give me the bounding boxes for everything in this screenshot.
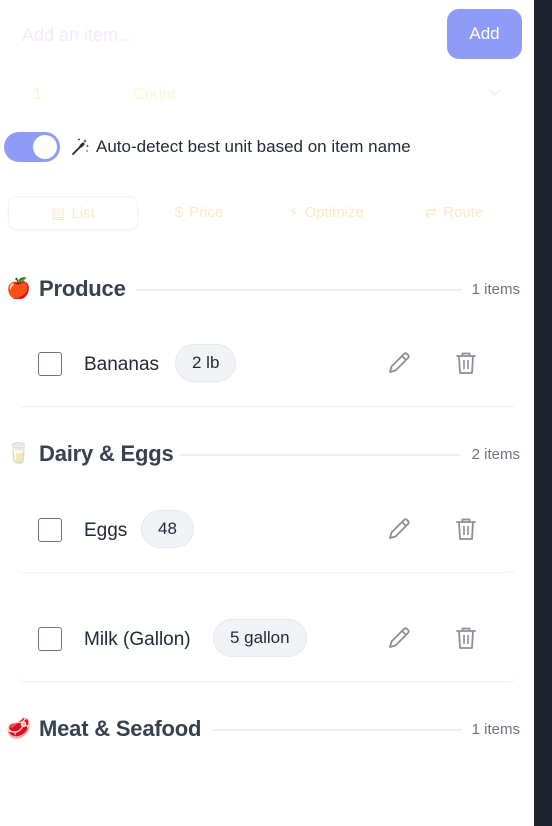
route-icon: ⇄ <box>424 204 438 221</box>
trash-icon[interactable] <box>454 350 478 376</box>
auto-detect-label: Auto-detect best unit based on item name <box>96 137 411 156</box>
chevron-down-icon[interactable] <box>488 88 502 98</box>
tab-price[interactable]: $ Price <box>136 196 262 228</box>
list-item[interactable]: Bananas 2 lb <box>14 322 518 407</box>
magic-wand-icon <box>72 138 89 155</box>
item-name: Bananas <box>84 354 160 375</box>
window-edge <box>534 0 552 826</box>
list-icon: ▤ <box>51 205 66 222</box>
tab-optimize[interactable]: ⚡ Optimize <box>262 196 390 228</box>
tab-route[interactable]: ⇄ Route <box>390 196 518 228</box>
pencil-icon[interactable] <box>386 516 412 542</box>
divider <box>180 454 460 456</box>
section-header-meat-seafood: 🥩 Meat & Seafood 1 items <box>6 714 522 744</box>
item-checkbox[interactable] <box>38 627 62 651</box>
section-header-dairy-eggs: 🥛 Dairy & Eggs 2 items <box>6 439 522 469</box>
divider <box>136 289 462 291</box>
auto-detect-toggle[interactable] <box>4 132 60 162</box>
section-count: 2 items <box>471 446 520 463</box>
section-count: 1 items <box>471 281 520 298</box>
pencil-icon[interactable] <box>386 350 412 376</box>
quantity-badge: 5 gallon <box>213 619 307 657</box>
meat-icon: 🥩 <box>6 718 31 740</box>
lightning-icon: ⚡ <box>288 204 299 221</box>
section-title: Meat & Seafood <box>39 716 202 741</box>
add-item-input[interactable] <box>8 10 438 60</box>
quantity-badge: 2 lb <box>175 344 237 382</box>
quantity-badge: 48 <box>141 510 194 548</box>
toggle-knob <box>33 135 57 159</box>
item-name: Eggs <box>84 520 128 541</box>
trash-icon[interactable] <box>454 516 478 542</box>
trash-icon[interactable] <box>454 625 478 651</box>
dollar-icon: $ <box>174 203 184 221</box>
shopping-list-panel: Add 1 Count Auto-detect best unit based … <box>0 0 534 826</box>
milk-glass-icon: 🥛 <box>6 443 31 465</box>
section-header-produce: 🍎 Produce 1 items <box>6 274 522 304</box>
item-name: Milk (Gallon) <box>84 629 191 650</box>
pencil-icon[interactable] <box>386 625 412 651</box>
apple-icon: 🍎 <box>6 278 31 300</box>
section-title: Produce <box>39 276 126 301</box>
section-title: Dairy & Eggs <box>39 441 174 466</box>
view-tabs: ▤ List $ Price ⚡ Optimize ⇄ Route <box>8 196 518 230</box>
list-item[interactable]: Eggs 48 <box>14 488 518 573</box>
tab-list[interactable]: ▤ List <box>8 196 138 230</box>
quantity-input[interactable]: 1 <box>33 86 42 104</box>
section-count: 1 items <box>471 721 520 738</box>
list-item[interactable]: Milk (Gallon) 5 gallon <box>14 597 518 682</box>
item-checkbox[interactable] <box>38 352 62 376</box>
unit-select[interactable]: Count <box>133 86 176 104</box>
add-button[interactable]: Add <box>447 9 522 59</box>
item-checkbox[interactable] <box>38 518 62 542</box>
divider <box>212 729 462 731</box>
